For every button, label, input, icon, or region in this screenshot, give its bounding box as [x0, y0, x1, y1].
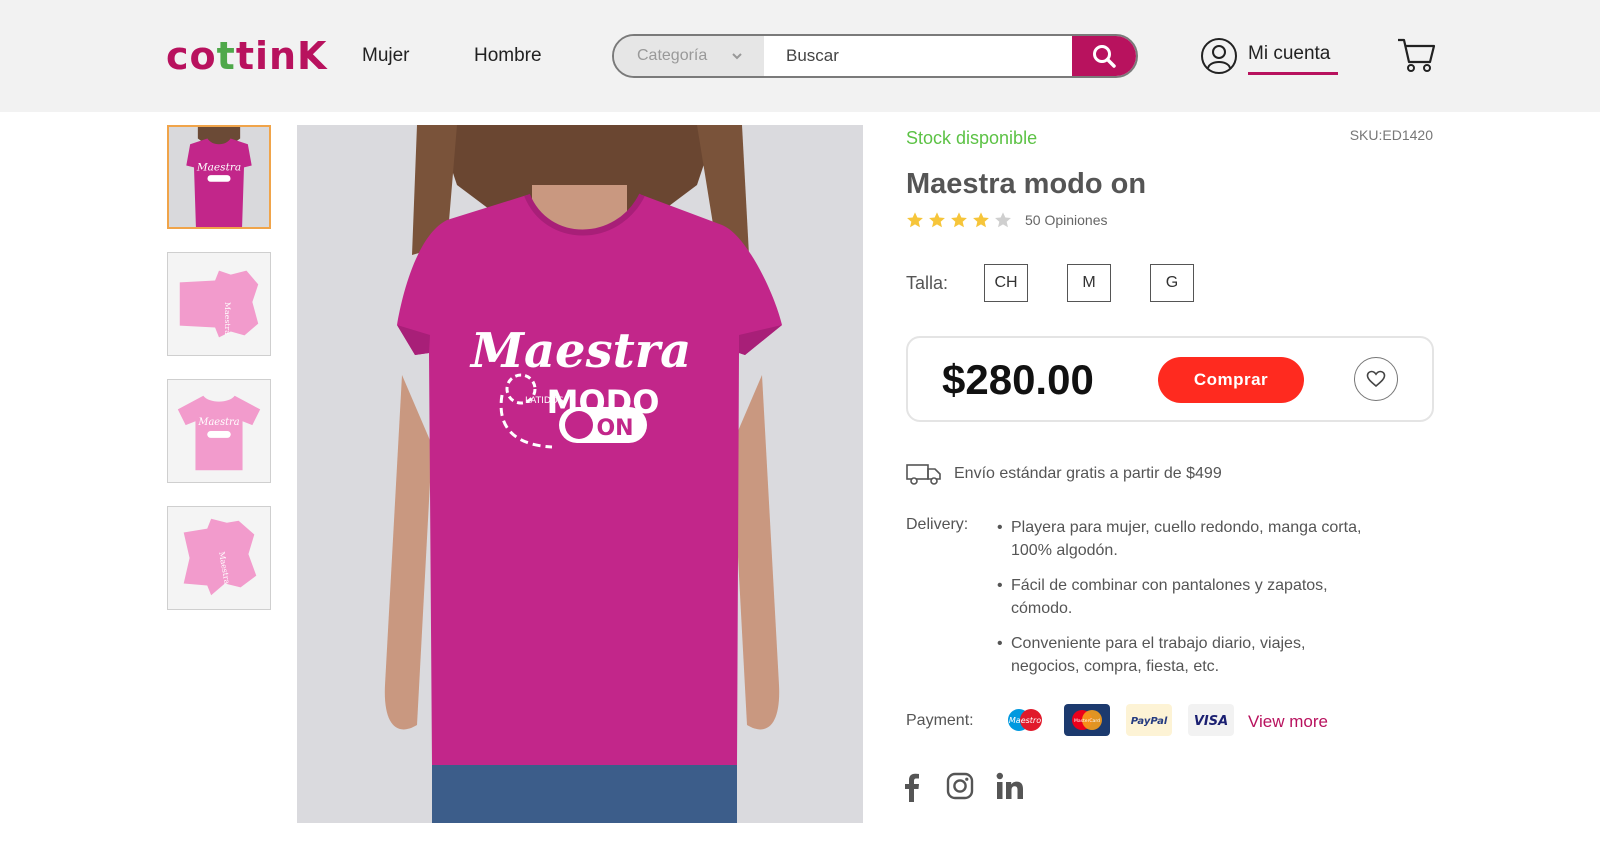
account-link[interactable]: Mi cuenta: [1200, 36, 1338, 76]
size-option-ch[interactable]: CH: [984, 264, 1028, 302]
thumbnail-2[interactable]: Maestra: [167, 252, 271, 356]
site-header: cottinK Mujer Hombre Categoría Mi cuenta: [0, 0, 1600, 112]
payment-label: Payment:: [906, 712, 974, 729]
size-option-g[interactable]: G: [1150, 264, 1194, 302]
size-label: Talla:: [906, 273, 949, 293]
thumbnail-4[interactable]: Maestra: [167, 506, 271, 610]
maestro-logo: Maestro: [1002, 704, 1048, 736]
facebook-icon[interactable]: [902, 772, 920, 802]
search-input[interactable]: [764, 36, 1074, 76]
svg-text:Maestra: Maestra: [223, 302, 232, 335]
category-select-value: Categoría: [637, 47, 708, 64]
main-product-image[interactable]: Maestra MODO LATIDOS ON: [297, 125, 863, 823]
cart-icon[interactable]: [1396, 36, 1436, 74]
search-bar: Categoría: [612, 34, 1138, 78]
shirt-folded-side-thumb: Maestra: [168, 253, 270, 355]
product-title: Maestra modo on: [906, 168, 1147, 200]
buy-button[interactable]: Comprar: [1158, 357, 1304, 403]
view-more-link[interactable]: View more: [1248, 712, 1328, 732]
chevron-down-icon: [732, 53, 742, 60]
svg-text:Maestra: Maestra: [196, 161, 241, 173]
reviews-count[interactable]: 50 Opiniones: [1025, 212, 1108, 228]
account-label: Mi cuenta: [1248, 43, 1331, 64]
nav-link-mujer[interactable]: Mujer: [362, 44, 410, 68]
rating-stars: [906, 211, 1012, 229]
thumbnail-1[interactable]: Maestra: [167, 125, 271, 229]
star-filled-icon: [973, 212, 989, 228]
nav-link-hombre[interactable]: Hombre: [474, 44, 542, 68]
print-toggle-label: ON: [596, 416, 633, 441]
account-underline: [1248, 72, 1338, 75]
user-icon: [1201, 38, 1237, 74]
thumbnail-3[interactable]: Maestra: [167, 379, 271, 483]
print-line-1: Maestra: [469, 323, 691, 379]
shirt-flat-thumb: Maestra: [168, 380, 270, 482]
visa-logo: VISA: [1188, 704, 1234, 736]
svg-text:Maestra: Maestra: [197, 417, 239, 428]
shipping-info: Envío estándar gratis a partir de $499: [906, 462, 1222, 486]
stock-status: Stock disponible: [906, 128, 1038, 148]
star-empty-icon: [995, 212, 1011, 228]
maestro-label: Maestro: [1009, 716, 1041, 725]
logo[interactable]: cottinK: [166, 36, 328, 76]
price-box: $280.00 Comprar: [906, 336, 1434, 422]
truck-icon: [906, 464, 941, 485]
shirt-folded-angle-thumb: Maestra: [168, 507, 270, 609]
star-filled-icon: [951, 212, 967, 228]
search-icon: [1093, 45, 1116, 68]
feature-item: Conveniente para el trabajo diario, viaj…: [997, 632, 1377, 678]
sku: SKU:ED1420: [1349, 127, 1433, 143]
price: $280.00: [942, 356, 1094, 403]
linkedin-icon[interactable]: [996, 772, 1024, 800]
mastercard-label: MasterCard: [1074, 718, 1100, 724]
star-filled-icon: [907, 212, 923, 228]
print-small: LATIDOS: [525, 396, 564, 406]
paypal-logo: PayPal: [1126, 704, 1172, 736]
shipping-text: Envío estándar gratis a partir de $499: [954, 465, 1222, 482]
instagram-icon[interactable]: [946, 772, 974, 800]
star-filled-icon: [929, 212, 945, 228]
heart-icon: [1366, 370, 1386, 388]
size-option-m[interactable]: M: [1067, 264, 1111, 302]
shirt-front-model-thumb: Maestra: [169, 127, 269, 227]
feature-list: Playera para mujer, cuello redondo, mang…: [997, 516, 1377, 690]
visa-label: VISA: [1194, 714, 1228, 729]
feature-item: Playera para mujer, cuello redondo, mang…: [997, 516, 1377, 562]
shirt-model-illustration: Maestra MODO LATIDOS ON: [297, 125, 863, 823]
paypal-label: PayPal: [1131, 716, 1168, 727]
feature-item: Fácil de combinar con pantalones y zapat…: [997, 574, 1377, 620]
delivery-label: Delivery:: [906, 516, 969, 533]
mastercard-logo: MasterCard: [1064, 704, 1110, 736]
category-select[interactable]: Categoría: [614, 36, 764, 76]
search-button[interactable]: [1072, 36, 1136, 76]
favorite-button[interactable]: [1354, 357, 1398, 401]
